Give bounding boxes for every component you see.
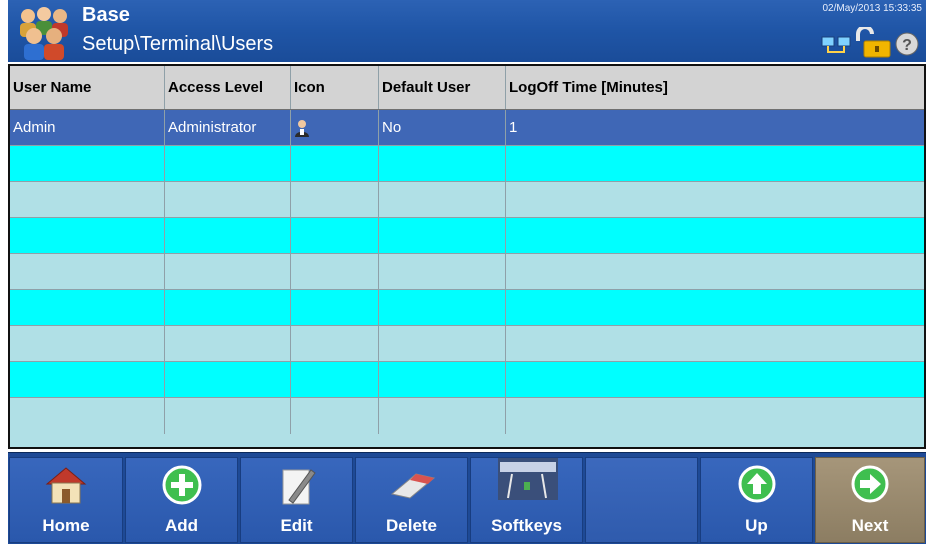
table-header-row: User Name Access Level Icon Default User… [10,66,924,110]
table-row-empty[interactable] [10,182,924,218]
table-row-empty[interactable] [10,398,924,434]
breadcrumb: Setup\Terminal\Users [82,33,274,55]
users-table: User Name Access Level Icon Default User… [8,64,926,449]
users-group-icon [20,7,68,60]
table-row[interactable]: Admin Administrator No 1 [10,110,924,146]
status-icons: ? [821,27,919,58]
column-header-logoff-time[interactable]: LogOff Time [Minutes] [506,66,924,109]
softkeys-label: Softkeys [491,516,562,535]
softkey-bar: Home Add Edit Delete Softkeys Up Next [8,452,926,544]
unlock-icon[interactable] [856,27,891,58]
table-row-empty[interactable] [10,254,924,290]
delete-label: Delete [385,516,438,535]
table-row-empty[interactable] [10,362,924,398]
add-label: Add [164,516,199,535]
softkeys-icon [498,458,558,500]
table-row-empty[interactable] [10,326,924,362]
terminal-screen: Base Setup\Terminal\Users 02/May/2013 15… [8,0,926,544]
table-row-empty[interactable] [10,290,924,326]
user-avatar-icon [295,119,309,137]
empty-softkey [585,457,698,543]
cell-access-level: Administrator [165,110,291,145]
cell-icon [291,110,379,145]
help-icon[interactable]: ? [895,32,919,56]
column-header-icon[interactable]: Icon [291,66,379,109]
column-header-user-name[interactable]: User Name [10,66,165,109]
edit-pen-icon [282,469,316,505]
table-row-empty[interactable] [10,218,924,254]
up-button[interactable]: Up [700,457,813,543]
title-bar: Base Setup\Terminal\Users 02/May/2013 15… [8,0,926,62]
arrow-right-circle-icon [851,465,889,503]
network-icon[interactable] [821,36,851,53]
column-header-default-user[interactable]: Default User [379,66,506,109]
cell-logoff-time: 1 [509,119,518,136]
next-label: Next [851,516,889,535]
app-title: Base [82,4,130,26]
svg-text:?: ? [902,37,912,54]
arrow-up-circle-icon [738,465,775,503]
edit-button[interactable]: Edit [240,457,353,543]
edit-label: Edit [280,516,313,535]
plus-circle-icon [162,465,201,505]
column-header-access-level[interactable]: Access Level [165,66,291,109]
up-label: Up [745,516,768,535]
eraser-icon [390,473,435,499]
home-label: Home [42,516,90,535]
next-button[interactable]: Next [815,457,925,543]
softkeys-button[interactable]: Softkeys [470,457,583,543]
home-icon [45,467,87,504]
cell-default-user: No [379,110,506,145]
table-row-empty[interactable] [10,146,924,182]
datetime-display: 02/May/2013 15:33:35 [822,3,922,14]
cell-user-name: Admin [10,110,165,145]
add-button[interactable]: Add [125,457,238,543]
delete-button[interactable]: Delete [355,457,468,543]
home-button[interactable]: Home [9,457,123,543]
